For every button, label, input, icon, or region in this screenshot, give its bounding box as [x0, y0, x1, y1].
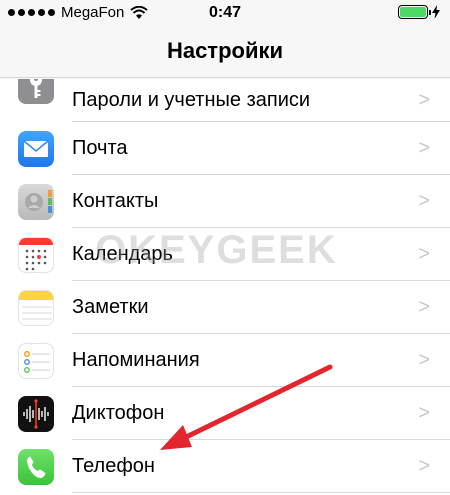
row-label: Заметки: [72, 296, 149, 318]
settings-row-notes[interactable]: Заметки >: [0, 281, 450, 334]
battery-icon: [398, 5, 431, 19]
settings-row-contacts[interactable]: Контакты >: [0, 175, 450, 228]
phone-icon: [18, 448, 54, 485]
status-bar: MegaFon 0:47: [0, 0, 450, 26]
mail-icon: [18, 130, 54, 167]
row-label: Напоминания: [72, 349, 200, 371]
reminders-icon: [18, 342, 54, 379]
chevron-right-icon: >: [418, 349, 430, 371]
chevron-right-icon: >: [418, 296, 430, 318]
watermark: OKEYGEEK: [95, 228, 338, 272]
notes-icon: [18, 289, 54, 326]
settings-row-voice-memos[interactable]: Диктофон >: [0, 387, 450, 440]
chevron-right-icon: >: [418, 137, 430, 159]
chevron-right-icon: >: [418, 402, 430, 424]
chevron-right-icon: >: [418, 190, 430, 212]
settings-row-phone[interactable]: Телефон >: [0, 440, 450, 493]
voice-memos-icon: [18, 395, 54, 432]
settings-row-reminders[interactable]: Напоминания >: [0, 334, 450, 387]
navigation-bar: Настройки: [0, 26, 450, 78]
settings-row-passwords[interactable]: Пароли и учетные записи >: [0, 79, 450, 122]
settings-row-mail[interactable]: Почта >: [0, 122, 450, 175]
charging-icon: [432, 5, 440, 19]
row-label: Почта: [72, 137, 128, 159]
row-label: Телефон: [72, 455, 155, 477]
chevron-right-icon: >: [418, 89, 430, 111]
clock: 0:47: [208, 4, 242, 21]
chevron-right-icon: >: [418, 455, 430, 477]
chevron-right-icon: >: [418, 243, 430, 265]
calendar-icon: [18, 236, 54, 273]
settings-list: Пароли и учетные записи > Почта > Контак…: [0, 79, 450, 495]
row-label: Диктофон: [72, 402, 165, 424]
contacts-icon: [18, 183, 54, 220]
key-icon: [18, 79, 54, 104]
row-label: Пароли и учетные записи: [72, 89, 311, 111]
page-title: Настройки: [166, 38, 284, 63]
row-label: Контакты: [72, 190, 159, 212]
